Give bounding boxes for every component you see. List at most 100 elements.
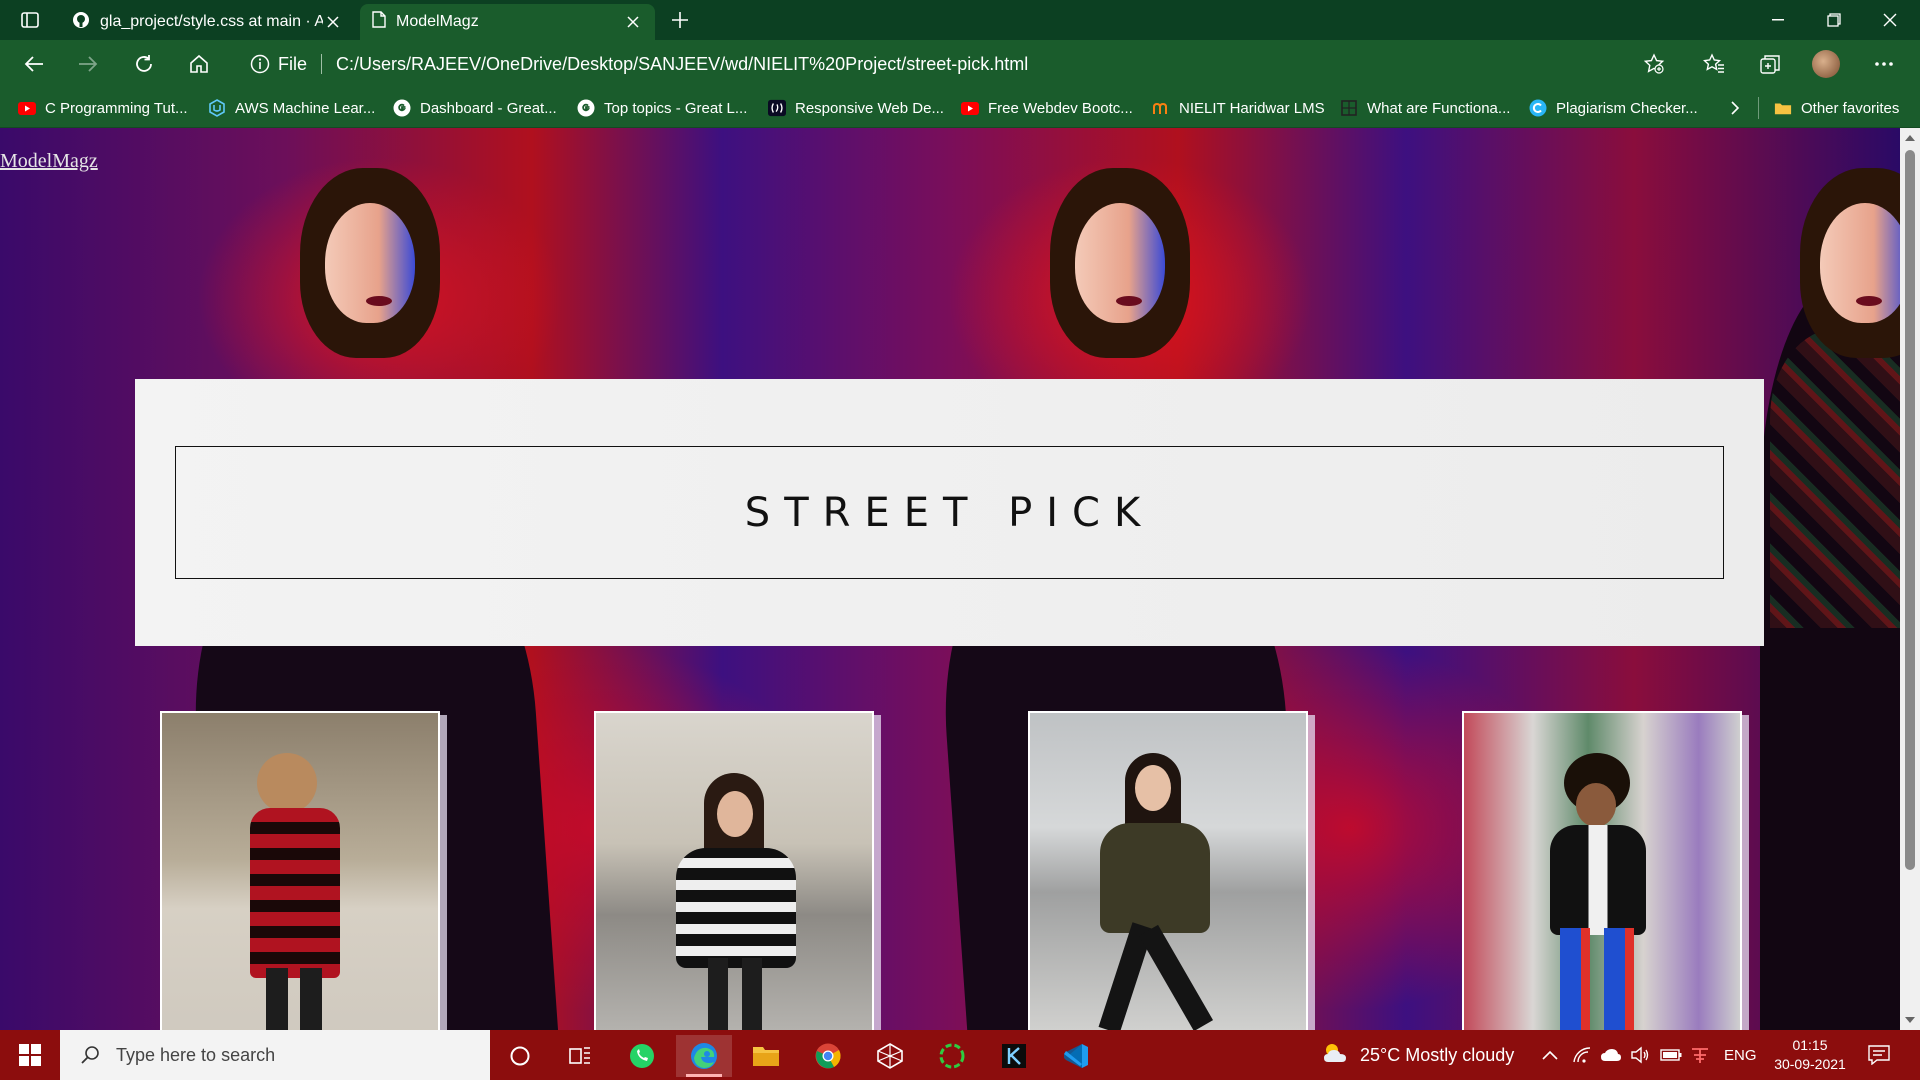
scroll-down-icon[interactable]	[1904, 1014, 1916, 1026]
udacity-icon	[208, 99, 226, 117]
home-button[interactable]	[181, 48, 217, 80]
bookmark-label: Plagiarism Checker...	[1556, 99, 1698, 117]
street-photo-4[interactable]	[1462, 711, 1742, 1030]
close-window-button[interactable]	[1862, 0, 1918, 40]
chrome-icon[interactable]	[800, 1035, 856, 1077]
folder-icon	[1774, 100, 1792, 116]
bookmark-label: Free Webdev Bootc...	[988, 99, 1133, 117]
page-viewport: ModelMagz STREET PICK	[0, 128, 1900, 1030]
onedrive-icon[interactable]	[1600, 1030, 1622, 1080]
bookmark-label: Dashboard - Great...	[420, 99, 557, 117]
hero-title-box: STREET PICK	[175, 446, 1724, 579]
bookmark-functional[interactable]: What are Functiona...	[1340, 96, 1510, 120]
settings-more-icon[interactable]	[1866, 48, 1902, 80]
more-bookmarks-chevron-icon[interactable]	[1730, 96, 1740, 120]
clock-date: 30-09-2021	[1774, 1056, 1846, 1072]
bookmark-responsive-web[interactable]: Responsive Web De...	[768, 96, 944, 120]
whatsapp-icon[interactable]	[614, 1035, 670, 1077]
page-title: STREET PICK	[744, 489, 1155, 536]
edge-icon[interactable]	[676, 1035, 732, 1077]
scroll-thumb[interactable]	[1905, 150, 1915, 870]
close-tab-icon[interactable]	[323, 12, 343, 32]
bookmark-dashboard[interactable]: Dashboard - Great...	[393, 96, 557, 120]
weather-widget[interactable]: 25°C Mostly cloudy	[1322, 1030, 1514, 1080]
github-icon	[72, 11, 90, 34]
browser-toolbar: File C:/Users/RAJEEV/OneDrive/Desktop/SA…	[0, 40, 1920, 88]
weather-text: 25°C Mostly cloudy	[1360, 1044, 1515, 1065]
network-icon[interactable]	[1572, 1030, 1592, 1080]
other-favorites[interactable]: Other favorites	[1774, 96, 1899, 120]
favorites-icon[interactable]	[1696, 48, 1732, 80]
browser-titlebar: gla_project/style.css at main · AMAN Mod…	[0, 0, 1920, 40]
bookmark-aws-ml[interactable]: AWS Machine Lear...	[208, 96, 375, 120]
language-indicator[interactable]: ENG	[1724, 1030, 1757, 1080]
site-info-icon[interactable]: File	[250, 54, 307, 75]
back-button[interactable]	[16, 48, 52, 80]
tab-github[interactable]: gla_project/style.css at main · AMAN	[60, 4, 355, 40]
hero-card: STREET PICK	[135, 379, 1764, 646]
bookmark-label: What are Functiona...	[1367, 99, 1511, 117]
moodle-icon	[1152, 100, 1170, 116]
tab-modelmagz[interactable]: ModelMagz	[360, 4, 655, 40]
notifications-icon[interactable]	[1868, 1030, 1890, 1080]
wireshark-icon[interactable]	[862, 1035, 918, 1077]
bookmark-label: Top topics - Great L...	[604, 99, 748, 117]
profile-avatar[interactable]	[1808, 48, 1844, 80]
google-icon	[393, 99, 411, 117]
refresh-app-icon[interactable]	[924, 1035, 980, 1077]
url-text[interactable]: C:/Users/RAJEEV/OneDrive/Desktop/SANJEEV…	[336, 54, 1028, 75]
bookmark-c-programming[interactable]: C Programming Tut...	[18, 96, 188, 120]
task-view-icon[interactable]	[552, 1035, 608, 1077]
app-k-icon[interactable]	[986, 1035, 1042, 1077]
file-label: File	[278, 53, 308, 74]
refresh-button[interactable]	[126, 48, 162, 80]
cloud-sun-icon	[1322, 1042, 1350, 1069]
site-icon	[1340, 100, 1358, 116]
bookmarks-divider	[1758, 97, 1759, 119]
tab-actions-icon[interactable]	[12, 8, 48, 32]
bookmarks-bar: C Programming Tut... AWS Machine Lear...…	[0, 88, 1920, 128]
taskbar-search-box[interactable]: Type here to search	[60, 1030, 490, 1080]
street-photo-2[interactable]	[594, 711, 874, 1030]
street-photo-1[interactable]	[160, 711, 440, 1030]
system-clock[interactable]: 01:15 30-09-2021	[1760, 1036, 1860, 1074]
input-indicator-icon[interactable]	[1690, 1030, 1710, 1080]
google-icon	[577, 99, 595, 117]
cortana-icon[interactable]	[492, 1035, 548, 1077]
restore-button[interactable]	[1806, 0, 1862, 40]
new-tab-button[interactable]	[664, 6, 696, 34]
street-photo-3[interactable]	[1028, 711, 1308, 1030]
youtube-icon	[961, 100, 979, 116]
bookmark-top-topics[interactable]: Top topics - Great L...	[577, 96, 747, 120]
address-separator	[321, 54, 323, 74]
vscode-icon[interactable]	[1048, 1035, 1104, 1077]
bookmark-nielit-lms[interactable]: NIELIT Haridwar LMS	[1152, 96, 1325, 120]
address-bar[interactable]: File C:/Users/RAJEEV/OneDrive/Desktop/SA…	[236, 46, 1686, 82]
scroll-up-icon[interactable]	[1904, 132, 1916, 144]
volume-icon[interactable]	[1630, 1030, 1650, 1080]
battery-icon[interactable]	[1660, 1030, 1682, 1080]
search-placeholder: Type here to search	[116, 1044, 276, 1065]
active-indicator	[686, 1074, 722, 1077]
minimize-button[interactable]	[1750, 0, 1806, 40]
freecodecamp-icon	[768, 99, 786, 117]
add-favorite-icon[interactable]	[1636, 48, 1672, 80]
bookmark-plagiarism[interactable]: Plagiarism Checker...	[1529, 96, 1698, 120]
clock-time: 01:15	[1792, 1037, 1828, 1053]
tab-title: gla_project/style.css at main · AMAN	[100, 13, 323, 30]
page-scrollbar[interactable]	[1900, 128, 1920, 1030]
youtube-icon	[18, 100, 36, 116]
collections-icon[interactable]	[1752, 48, 1788, 80]
site-logo-link[interactable]: ModelMagz	[0, 150, 98, 173]
tab-title: ModelMagz	[396, 13, 479, 30]
file-explorer-icon[interactable]	[738, 1035, 794, 1077]
bookmark-free-webdev[interactable]: Free Webdev Bootc...	[961, 96, 1133, 120]
forward-button[interactable]	[70, 48, 106, 80]
avatar	[1812, 50, 1840, 78]
show-hidden-icons[interactable]	[1542, 1030, 1558, 1080]
bookmark-label: Responsive Web De...	[795, 99, 944, 117]
bookmark-label: C Programming Tut...	[45, 99, 188, 117]
start-button[interactable]	[0, 1030, 60, 1080]
page-icon	[372, 11, 386, 33]
close-tab-icon[interactable]	[623, 12, 643, 32]
